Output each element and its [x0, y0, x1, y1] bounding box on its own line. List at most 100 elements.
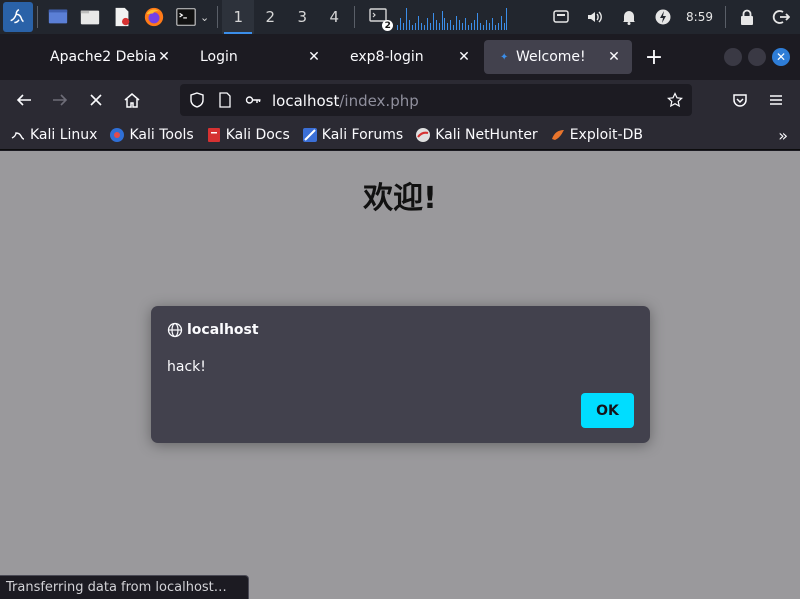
cpu-graph-bar [453, 25, 455, 30]
dialog-origin: localhost [167, 322, 259, 338]
url-bar[interactable]: localhost/index.php [180, 84, 692, 116]
stop-button[interactable] [80, 84, 112, 116]
cpu-graph-bar [500, 16, 502, 30]
power-indicator[interactable] [652, 6, 674, 28]
dialog-origin-label: localhost [187, 322, 259, 338]
terminal-dropdown-icon[interactable]: ⌄ [200, 11, 209, 24]
cpu-graph-bar [462, 23, 464, 30]
more-bookmarks-chevron-icon[interactable]: » [778, 126, 788, 145]
url-host: localhost [272, 91, 340, 110]
tab-exp8-login[interactable]: exp8-login ✕ [334, 40, 482, 74]
tab-apache2[interactable]: Apache2 Debian D ✕ [34, 40, 182, 74]
close-tab-icon[interactable]: ✕ [456, 49, 472, 65]
cpu-graph-bar [409, 20, 410, 30]
home-button[interactable] [116, 84, 148, 116]
lock-screen-button[interactable] [736, 6, 758, 28]
terminal-button[interactable] [173, 4, 199, 30]
folder-icon [80, 10, 100, 25]
alert-dialog: localhost hack! OK [151, 306, 650, 443]
cpu-graph-bar [420, 23, 422, 30]
document-icon [219, 92, 231, 108]
page-info-icon[interactable] [216, 91, 234, 109]
workspace-2[interactable]: 2 [254, 0, 286, 34]
pocket-button[interactable] [724, 84, 756, 116]
bookmark-kali-docs[interactable]: Kali Docs [206, 127, 290, 143]
tracking-protection-icon[interactable] [188, 91, 206, 109]
bookmark-star-button[interactable] [666, 91, 684, 109]
bookmark-kali-nethunter[interactable]: Kali NetHunter [415, 126, 538, 143]
bookmark-kali-forums[interactable]: Kali Forums [302, 127, 403, 143]
cpu-graph-bar [465, 18, 467, 30]
bookmark-exploit-db[interactable]: Exploit-DB [550, 127, 643, 143]
monitor-badge: 2 [382, 20, 394, 31]
cpu-graph-bar [471, 23, 472, 30]
new-tab-button[interactable]: + [638, 41, 670, 73]
panel-separator [354, 6, 356, 28]
network-indicator[interactable] [550, 6, 572, 28]
cpu-graph-bar [450, 20, 452, 30]
logout-button[interactable] [770, 6, 792, 28]
ok-button[interactable]: OK [581, 393, 634, 428]
cpu-graph-bar [411, 25, 413, 30]
bookmark-kali-tools[interactable]: Kali Tools [109, 127, 194, 143]
bookmark-kali-linux[interactable]: Kali Linux [10, 127, 97, 143]
panel-separator [37, 6, 38, 28]
cpu-graph-bar [494, 25, 496, 30]
terminal-icon [176, 8, 196, 26]
maximize-window-button[interactable] [748, 48, 766, 66]
volume-indicator[interactable] [584, 6, 606, 28]
firefox-icon [144, 7, 164, 27]
battery-charging-icon [655, 9, 671, 25]
cpu-graph-bar [476, 13, 478, 30]
kali-nethunter-icon [415, 127, 431, 143]
close-tab-icon[interactable]: ✕ [606, 49, 622, 65]
cpu-graph-bar [432, 13, 434, 30]
url-text[interactable]: localhost/index.php [272, 91, 419, 110]
cpu-graph-bar [438, 23, 440, 30]
logout-icon [772, 10, 790, 24]
firefox-button[interactable] [141, 4, 167, 30]
cpu-graph-bar [503, 23, 505, 30]
cpu-graph-bar [497, 23, 499, 30]
cpu-graph-bar [397, 25, 399, 30]
tab-welcome[interactable]: ✦ Welcome! ✕ [484, 40, 632, 74]
tab-login[interactable]: Login ✕ [184, 40, 332, 74]
bookmark-label: Kali Forums [321, 126, 404, 143]
cpu-graph-bar [441, 11, 443, 30]
show-desktop-button[interactable] [45, 4, 71, 30]
home-icon [124, 93, 140, 108]
tab-title: Apache2 Debian D [50, 49, 156, 65]
forward-button[interactable] [44, 84, 76, 116]
cpu-monitor[interactable]: 2 [369, 7, 394, 31]
minimize-window-button[interactable] [724, 48, 742, 66]
kali-dragon-icon [10, 127, 26, 143]
permissions-icon[interactable] [244, 91, 262, 109]
close-tab-icon[interactable]: ✕ [306, 49, 322, 65]
url-path: /index.php [339, 91, 419, 110]
lock-icon [741, 9, 753, 25]
kali-menu-button[interactable] [3, 2, 33, 32]
file-manager-button[interactable] [77, 4, 103, 30]
cpu-graph-bar [491, 18, 493, 30]
panel-separator [725, 6, 726, 28]
workspace-4[interactable]: 4 [318, 0, 350, 34]
plus-icon: + [644, 44, 664, 70]
bookmark-label: Kali NetHunter [435, 126, 538, 143]
tab-title: Welcome! [516, 49, 586, 65]
text-editor-button[interactable] [109, 4, 135, 30]
window-controls: ✕ [718, 48, 790, 66]
arrow-left-icon [16, 94, 31, 106]
workspace-1[interactable]: 1 [222, 0, 255, 34]
close-window-button[interactable]: ✕ [772, 48, 790, 66]
close-tab-icon[interactable]: ✕ [156, 49, 172, 65]
os-taskbar: ⌄ 1 2 3 4 2 8:59 [0, 0, 800, 34]
navigation-toolbar: localhost/index.php [0, 80, 800, 120]
cpu-graph-bar [444, 18, 446, 30]
key-icon [245, 96, 261, 104]
notifications-indicator[interactable] [618, 6, 640, 28]
clock[interactable]: 8:59 [686, 10, 713, 24]
workspace-3[interactable]: 3 [286, 0, 318, 34]
cpu-graph-bar [459, 20, 461, 30]
app-menu-button[interactable] [760, 84, 792, 116]
back-button[interactable] [8, 84, 40, 116]
